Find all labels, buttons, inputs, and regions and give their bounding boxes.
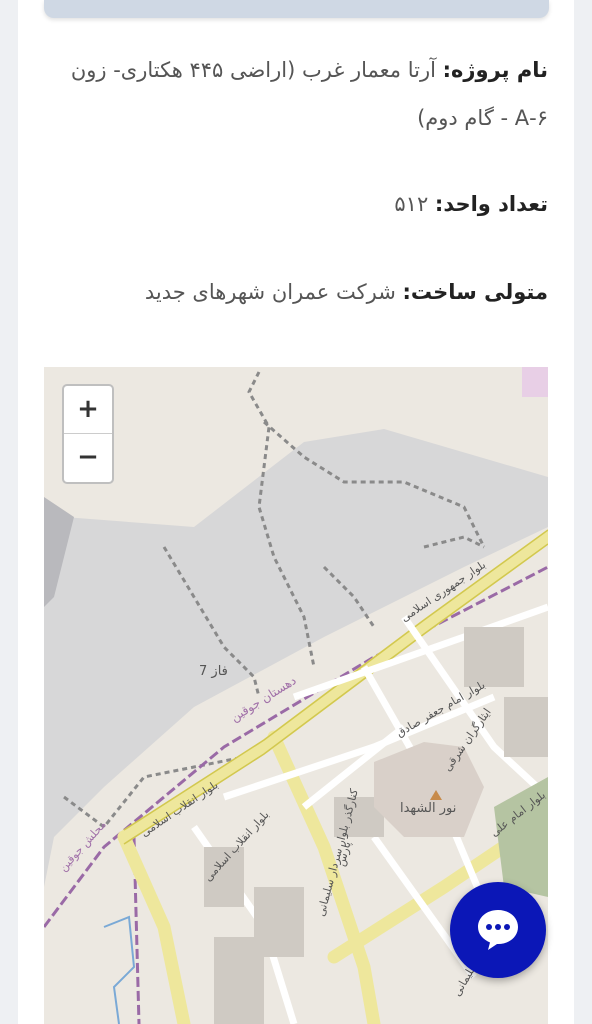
zoom-control: + − (62, 384, 114, 484)
builder: متولی ساخت: شرکت عمران شهرهای جدید (68, 268, 548, 316)
unit-count-label: تعداد واحد: (434, 192, 548, 216)
project-name-label: نام پروژه: (442, 58, 548, 82)
unit-count: تعداد واحد: ۵۱۲ (68, 180, 548, 228)
zoom-in-button[interactable]: + (64, 386, 112, 434)
project-name: نام پروژه: آرتا معمار غرب (اراضی ۴۴۵ هکت… (68, 46, 548, 142)
builder-label: متولی ساخت: (402, 280, 548, 304)
label-landmark: نور الشهدا (400, 801, 456, 816)
zoom-out-button[interactable]: − (64, 434, 112, 481)
previous-card-edge (44, 0, 549, 18)
builder-value: شرکت عمران شهرهای جدید (144, 280, 396, 304)
unit-count-value: ۵۱۲ (394, 192, 429, 216)
chat-bubble-icon (478, 910, 518, 950)
chat-button[interactable] (450, 882, 546, 978)
label-phase: فاز 7 (199, 664, 228, 679)
